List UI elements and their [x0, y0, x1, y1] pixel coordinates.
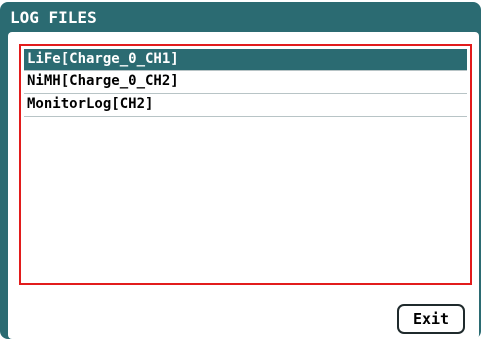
- device-display: LOG FILES LiFe[Charge_0_CH1] NiMH[Charge…: [0, 0, 483, 343]
- list-divider: [24, 116, 467, 117]
- file-list-item-nimh-charge-ch2[interactable]: NiMH[Charge_0_CH2]: [24, 71, 467, 92]
- exit-button[interactable]: Exit: [397, 304, 465, 334]
- file-list-item-monitorlog-ch2[interactable]: MonitorLog[CH2]: [24, 94, 467, 115]
- file-list-item-life-charge-ch1[interactable]: LiFe[Charge_0_CH1]: [24, 49, 467, 70]
- window-title: LOG FILES: [10, 8, 97, 27]
- log-files-window: LOG FILES LiFe[Charge_0_CH1] NiMH[Charge…: [0, 2, 481, 339]
- content-panel: LiFe[Charge_0_CH1] NiMH[Charge_0_CH2] Mo…: [8, 32, 479, 339]
- file-list: LiFe[Charge_0_CH1] NiMH[Charge_0_CH2] Mo…: [19, 44, 472, 285]
